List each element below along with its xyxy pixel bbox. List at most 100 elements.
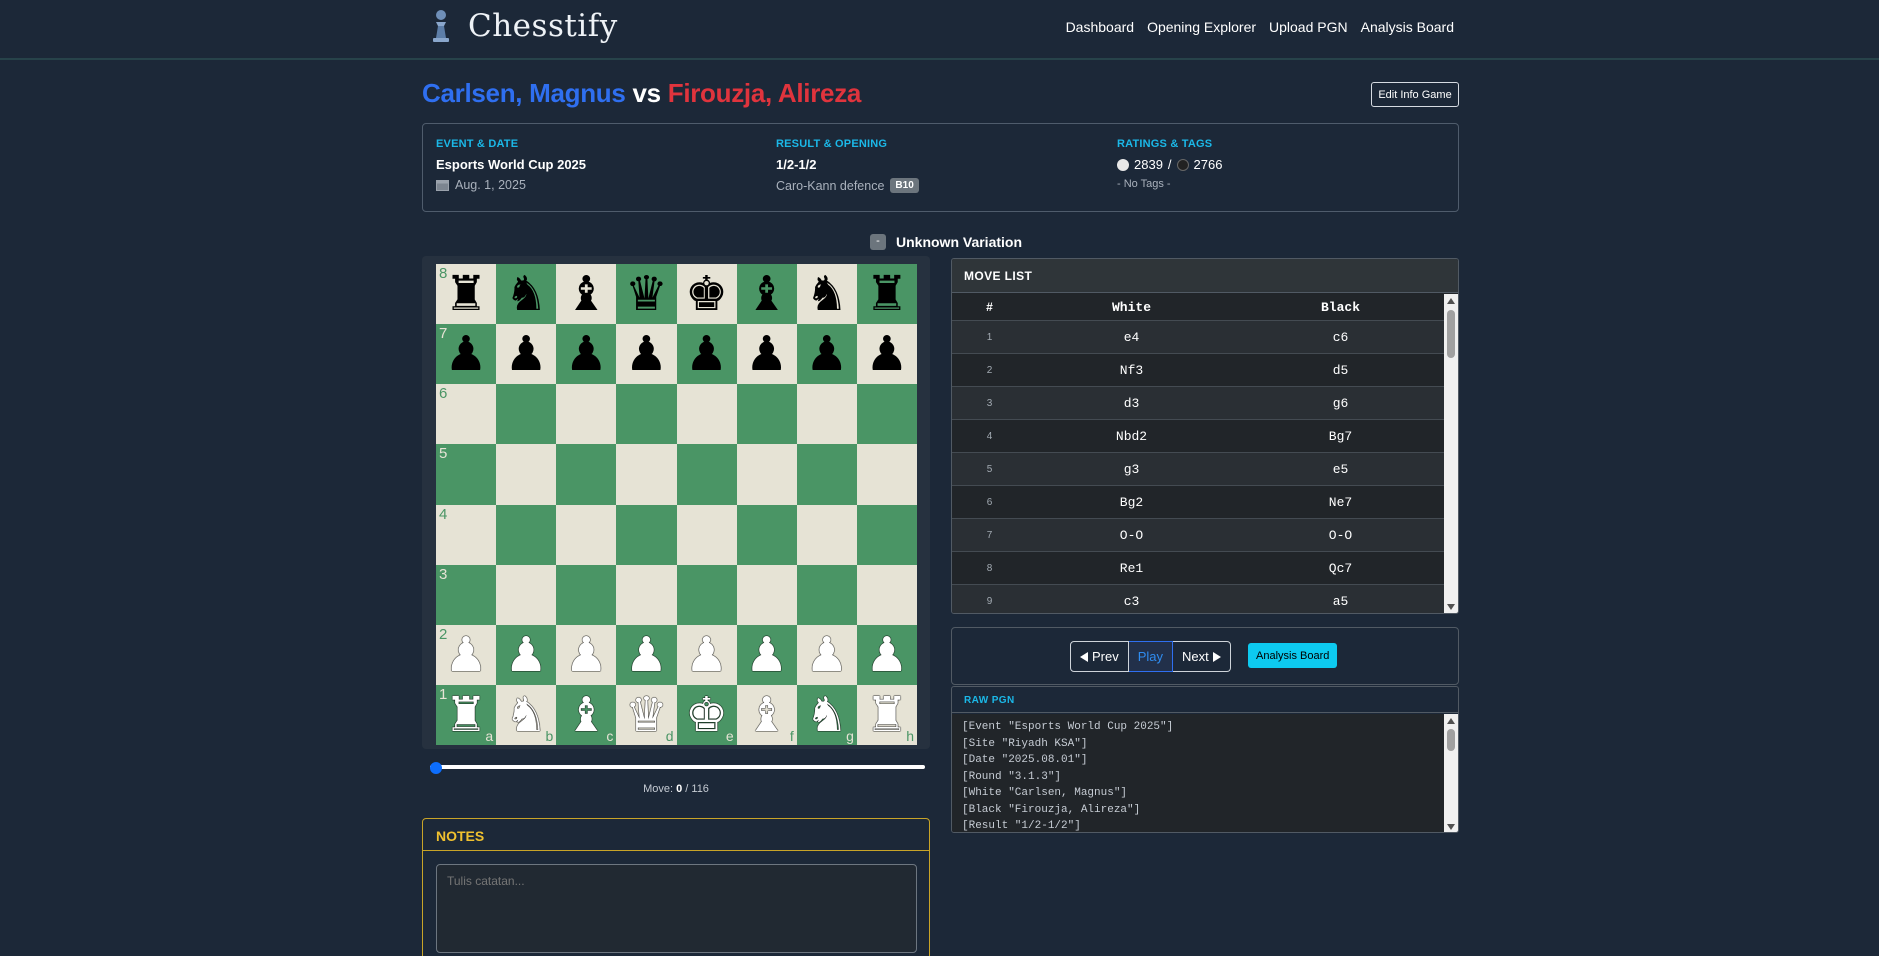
nav-link-dashboard[interactable]: Dashboard: [1066, 19, 1135, 35]
square-c8[interactable]: ♝: [556, 264, 617, 325]
square-d1[interactable]: ♛ d: [616, 684, 677, 745]
white-move[interactable]: g3: [1027, 462, 1236, 477]
square-h1[interactable]: ♜ h: [856, 684, 917, 745]
square-c5[interactable]: [556, 444, 617, 505]
square-a6[interactable]: 6: [436, 384, 497, 445]
square-d2[interactable]: ♟: [616, 624, 677, 685]
nav-link-analysis-board[interactable]: Analysis Board: [1361, 19, 1454, 35]
black-knight-icon[interactable]: ♞: [805, 270, 848, 318]
square-a2[interactable]: ♟ 2: [436, 624, 497, 685]
white-pawn-icon[interactable]: ♟: [625, 631, 668, 679]
black-rook-icon[interactable]: ♜: [865, 270, 908, 318]
black-move[interactable]: e5: [1236, 462, 1445, 477]
square-e1[interactable]: ♚ e: [676, 684, 737, 745]
black-pawn-icon[interactable]: ♟: [745, 330, 788, 378]
square-f7[interactable]: ♟: [736, 324, 797, 385]
black-move[interactable]: O-O: [1236, 528, 1445, 543]
square-e8[interactable]: ♚: [676, 264, 737, 325]
square-b1[interactable]: ♞ b: [496, 684, 557, 745]
pgn-scrollbar[interactable]: [1444, 714, 1458, 832]
square-h6[interactable]: [856, 384, 917, 445]
square-b5[interactable]: [496, 444, 557, 505]
black-move[interactable]: d5: [1236, 363, 1445, 378]
white-pawn-icon[interactable]: ♟: [865, 631, 908, 679]
square-a8[interactable]: ♜ 8: [436, 264, 497, 325]
square-g3[interactable]: [796, 564, 857, 625]
black-pawn-icon[interactable]: ♟: [865, 330, 908, 378]
square-a4[interactable]: 4: [436, 504, 497, 565]
square-d5[interactable]: [616, 444, 677, 505]
square-h8[interactable]: ♜: [856, 264, 917, 325]
scroll-up-icon[interactable]: [1447, 298, 1455, 304]
scroll-thumb[interactable]: [1447, 729, 1455, 751]
white-rook-icon[interactable]: ♜: [865, 691, 908, 739]
square-c3[interactable]: [556, 564, 617, 625]
white-pawn-icon[interactable]: ♟: [805, 631, 848, 679]
nav-link-upload-pgn[interactable]: Upload PGN: [1269, 19, 1348, 35]
square-b2[interactable]: ♟: [496, 624, 557, 685]
prev-button[interactable]: Prev: [1070, 641, 1129, 672]
white-move[interactable]: O-O: [1027, 528, 1236, 543]
square-d3[interactable]: [616, 564, 677, 625]
collapse-variation-button[interactable]: -: [870, 234, 886, 250]
square-e6[interactable]: [676, 384, 737, 445]
square-f5[interactable]: [736, 444, 797, 505]
square-g1[interactable]: ♞ g: [796, 684, 857, 745]
square-e3[interactable]: [676, 564, 737, 625]
square-g4[interactable]: [796, 504, 857, 565]
square-e4[interactable]: [676, 504, 737, 565]
brand[interactable]: Chesstify: [428, 6, 618, 46]
next-button[interactable]: Next: [1173, 641, 1231, 672]
black-pawn-icon[interactable]: ♟: [445, 330, 488, 378]
square-d7[interactable]: ♟: [616, 324, 677, 385]
square-b3[interactable]: [496, 564, 557, 625]
move-list-scrollbar[interactable]: [1444, 294, 1458, 613]
black-move[interactable]: Bg7: [1236, 429, 1445, 444]
slider-thumb[interactable]: [430, 762, 442, 774]
black-bishop-icon[interactable]: ♝: [565, 270, 608, 318]
white-knight-icon[interactable]: ♞: [805, 691, 848, 739]
black-move[interactable]: a5: [1236, 594, 1445, 609]
nav-link-opening-explorer[interactable]: Opening Explorer: [1147, 19, 1256, 35]
white-pawn-icon[interactable]: ♟: [445, 631, 488, 679]
scroll-up-icon[interactable]: [1447, 718, 1455, 724]
square-g8[interactable]: ♞: [796, 264, 857, 325]
square-g5[interactable]: [796, 444, 857, 505]
black-move[interactable]: c6: [1236, 330, 1445, 345]
black-pawn-icon[interactable]: ♟: [505, 330, 548, 378]
analysis-board-button[interactable]: Analysis Board: [1248, 643, 1338, 668]
square-f4[interactable]: [736, 504, 797, 565]
black-pawn-icon[interactable]: ♟: [805, 330, 848, 378]
black-knight-icon[interactable]: ♞: [505, 270, 548, 318]
square-d4[interactable]: [616, 504, 677, 565]
black-move[interactable]: Ne7: [1236, 495, 1445, 510]
square-h3[interactable]: [856, 564, 917, 625]
white-pawn-icon[interactable]: ♟: [505, 631, 548, 679]
edit-info-game-button[interactable]: Edit Info Game: [1371, 82, 1459, 107]
square-g6[interactable]: [796, 384, 857, 445]
square-c4[interactable]: [556, 504, 617, 565]
white-bishop-icon[interactable]: ♝: [745, 691, 788, 739]
square-a3[interactable]: 3: [436, 564, 497, 625]
white-rook-icon[interactable]: ♜: [445, 691, 488, 739]
square-c7[interactable]: ♟: [556, 324, 617, 385]
raw-pgn-text[interactable]: [Event "Esports World Cup 2025"] [Site "…: [952, 714, 1446, 832]
black-bishop-icon[interactable]: ♝: [745, 270, 788, 318]
black-queen-icon[interactable]: ♛: [625, 270, 668, 318]
white-move[interactable]: Bg2: [1027, 495, 1236, 510]
square-c6[interactable]: [556, 384, 617, 445]
square-a5[interactable]: 5: [436, 444, 497, 505]
scroll-down-icon[interactable]: [1447, 824, 1455, 830]
black-rook-icon[interactable]: ♜: [445, 270, 488, 318]
square-f6[interactable]: [736, 384, 797, 445]
square-b4[interactable]: [496, 504, 557, 565]
square-f8[interactable]: ♝: [736, 264, 797, 325]
square-h5[interactable]: [856, 444, 917, 505]
square-f2[interactable]: ♟: [736, 624, 797, 685]
square-b7[interactable]: ♟: [496, 324, 557, 385]
black-pawn-icon[interactable]: ♟: [625, 330, 668, 378]
white-knight-icon[interactable]: ♞: [505, 691, 548, 739]
square-g2[interactable]: ♟: [796, 624, 857, 685]
white-pawn-icon[interactable]: ♟: [565, 631, 608, 679]
black-pawn-icon[interactable]: ♟: [685, 330, 728, 378]
